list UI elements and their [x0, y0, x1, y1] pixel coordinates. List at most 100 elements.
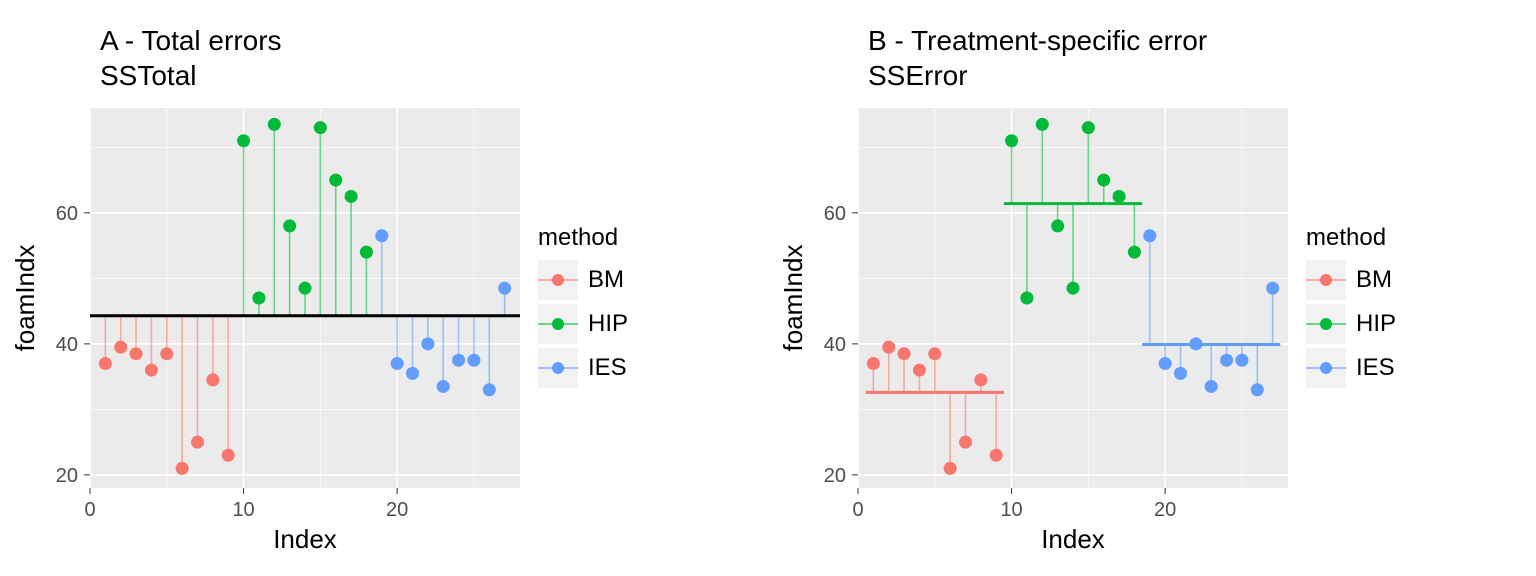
- x-axis-title: Index: [273, 524, 337, 554]
- data-point: [375, 229, 388, 242]
- panel-b-wrap: B - Treatment-specific error SSError 0 10…: [768, 0, 1536, 576]
- data-point: [160, 347, 173, 360]
- y-tick-label: 20: [824, 464, 846, 486]
- y-tick-label: 60: [824, 202, 846, 224]
- legend-a: method BM HIP IES: [538, 224, 628, 392]
- legend-label: HIP: [588, 310, 628, 338]
- data-point: [483, 383, 496, 396]
- data-point: [1082, 121, 1095, 134]
- data-point: [130, 347, 143, 360]
- data-point: [1067, 281, 1080, 294]
- x-axis-title: Index: [1041, 524, 1105, 554]
- panel-b-svg: 0 10 20 20 40 60 Index foamIndx: [768, 93, 1298, 566]
- data-point: [498, 281, 511, 294]
- data-point: [1128, 245, 1141, 258]
- data-point: [1005, 134, 1018, 147]
- data-point: [1097, 173, 1110, 186]
- data-point: [421, 337, 434, 350]
- data-point: [467, 353, 480, 366]
- data-point: [974, 373, 987, 386]
- data-point: [237, 134, 250, 147]
- x-tick-label: 20: [386, 499, 408, 521]
- legend-label: IES: [588, 354, 627, 382]
- data-point: [1143, 229, 1156, 242]
- legend-b: method BM HIP IES: [1306, 224, 1396, 392]
- y-axis-title: foamIndx: [10, 244, 40, 351]
- y-tick-label: 40: [824, 333, 846, 355]
- legend-item-bm: BM: [538, 260, 628, 300]
- data-point: [176, 461, 189, 474]
- data-point: [882, 340, 895, 353]
- data-point: [345, 189, 358, 202]
- data-point: [1051, 219, 1064, 232]
- y-axis-title: foamIndx: [778, 244, 808, 351]
- panel-a-svg: 01020204060IndexfoamIndx: [0, 93, 530, 566]
- data-point: [299, 281, 312, 294]
- data-point: [452, 353, 465, 366]
- figure-row: A - Total errors SSTotal 0 10 20 20 40 60 Inde…: [0, 0, 1536, 576]
- x-tick-label: 10: [232, 499, 254, 521]
- legend-swatch: [1306, 304, 1346, 344]
- data-point: [314, 121, 327, 134]
- panel-b-plot: 0 10 20 20 40 60 Index foamIndx: [768, 93, 1298, 566]
- data-point: [1159, 357, 1172, 370]
- x-tick-label: 0: [852, 499, 863, 521]
- data-point: [928, 347, 941, 360]
- data-point: [1251, 383, 1264, 396]
- panel-a-title: A - Total errors: [100, 23, 530, 58]
- data-point: [329, 173, 342, 186]
- data-point: [913, 363, 926, 376]
- legend-item-bm: BM: [1306, 260, 1396, 300]
- data-point: [360, 245, 373, 258]
- data-point: [191, 435, 204, 448]
- data-point: [391, 357, 404, 370]
- legend-b-title: method: [1306, 224, 1396, 252]
- panel-b: B - Treatment-specific error SSError 0 10…: [768, 11, 1298, 566]
- legend-swatch: [538, 304, 578, 344]
- data-point: [959, 435, 972, 448]
- legend-label: BM: [588, 266, 624, 294]
- data-point: [1235, 353, 1248, 366]
- data-point: [990, 448, 1003, 461]
- data-point: [1036, 117, 1049, 130]
- data-point: [1220, 353, 1233, 366]
- panel-a-titles: A - Total errors SSTotal: [0, 11, 530, 93]
- data-point: [206, 373, 219, 386]
- legend-item-ies: IES: [1306, 348, 1396, 388]
- panel-b-title: B - Treatment-specific error: [868, 23, 1298, 58]
- data-point: [898, 347, 911, 360]
- legend-swatch: [1306, 260, 1346, 300]
- data-point: [252, 291, 265, 304]
- panel-a: A - Total errors SSTotal 01020204060Inde…: [0, 11, 530, 566]
- panel-b-subtitle: SSError: [868, 58, 1298, 93]
- data-point: [944, 461, 957, 474]
- legend-swatch: [538, 260, 578, 300]
- legend-a-title: method: [538, 224, 628, 252]
- x-tick-label: 10: [1000, 499, 1022, 521]
- y-tick-label: 60: [56, 202, 78, 224]
- data-point: [867, 357, 880, 370]
- panel-b-titles: B - Treatment-specific error SSError: [768, 11, 1298, 93]
- legend-label: IES: [1356, 354, 1395, 382]
- legend-label: BM: [1356, 266, 1392, 294]
- legend-swatch: [1306, 348, 1346, 388]
- legend-swatch: [538, 348, 578, 388]
- y-tick-label: 20: [56, 464, 78, 486]
- data-point: [145, 363, 158, 376]
- data-point: [1205, 379, 1218, 392]
- data-point: [1113, 189, 1126, 202]
- legend-item-hip: HIP: [1306, 304, 1396, 344]
- data-point: [1020, 291, 1033, 304]
- data-point: [1266, 281, 1279, 294]
- data-point: [406, 366, 419, 379]
- data-point: [283, 219, 296, 232]
- x-tick-label: 20: [1154, 499, 1176, 521]
- data-point: [1174, 366, 1187, 379]
- data-point: [437, 379, 450, 392]
- data-point: [1189, 337, 1202, 350]
- data-point: [268, 117, 281, 130]
- panel-a-plot: 01020204060IndexfoamIndx: [0, 93, 530, 566]
- y-tick-label: 40: [56, 333, 78, 355]
- legend-item-ies: IES: [538, 348, 628, 388]
- legend-item-hip: HIP: [538, 304, 628, 344]
